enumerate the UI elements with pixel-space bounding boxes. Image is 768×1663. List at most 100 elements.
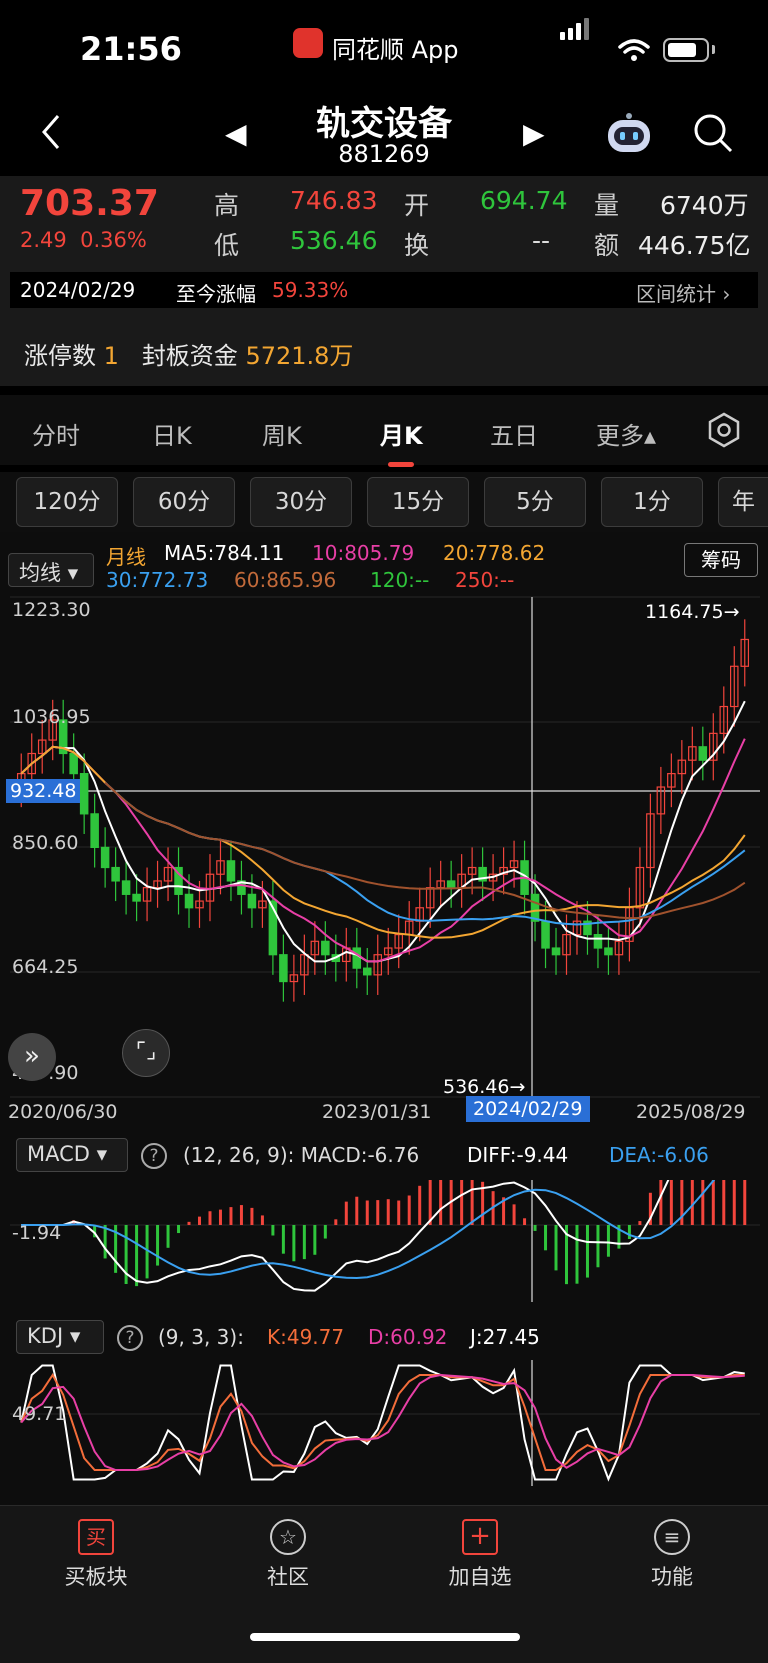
macd-diff: DIFF:-9.44 <box>467 1143 569 1167</box>
functions-button[interactable]: ≡ 功能 <box>612 1515 732 1591</box>
low-value: 536.46 <box>290 226 378 255</box>
candle-body <box>79 773 89 815</box>
macd-dea: DEA:-6.06 <box>609 1143 709 1167</box>
open-value: 694.74 <box>480 186 568 215</box>
ma60-value: 60:865.96 <box>234 568 337 592</box>
app-logo-icon <box>293 28 323 58</box>
macd-tick: -1.94 <box>12 1222 62 1244</box>
x-label-2: 2023/01/31 <box>322 1101 432 1123</box>
tab-more[interactable]: 更多▴ <box>596 416 656 451</box>
candle-body <box>226 860 236 882</box>
community-button[interactable]: ☆ 社区 <box>228 1515 348 1591</box>
fullscreen-icon[interactable]: ⌜⌟ <box>122 1029 170 1077</box>
macd-selector[interactable]: MACD ▾ <box>16 1138 128 1172</box>
macd-help-icon[interactable]: ? <box>141 1143 167 1169</box>
limit-up-info: 涨停数 1 封板资金 5721.8万 <box>24 342 354 370</box>
crosshair-price: 932.48 <box>6 779 81 803</box>
macd-diff-line <box>21 1180 670 1292</box>
battery-icon <box>663 38 709 62</box>
macd-chart[interactable] <box>0 1180 768 1302</box>
plus-icon: + <box>462 1519 498 1555</box>
home-indicator <box>250 1633 520 1641</box>
candle-body <box>541 920 550 949</box>
tab-daily[interactable]: 日K <box>152 416 192 451</box>
candle-body <box>698 746 708 761</box>
candle-body <box>90 813 99 849</box>
candle-body <box>604 947 613 956</box>
y-tick-2: 1036.95 <box>12 706 91 728</box>
candle-body <box>69 752 78 775</box>
period-30m[interactable]: 30分 <box>250 477 352 527</box>
since-label: 至今涨幅 <box>176 282 256 306</box>
ma250-value: 250:-- <box>455 568 515 592</box>
ma20-value: 20:778.62 <box>443 541 546 565</box>
ma-selector[interactable]: 均线 ▾ <box>8 553 94 587</box>
volume-label: 量 <box>594 191 620 220</box>
crosshair-date: 2024/02/29 <box>466 1096 590 1122</box>
y-tick-1: 1223.30 <box>12 599 91 621</box>
kdj-d-line <box>20 1373 745 1471</box>
candle-body <box>111 866 120 882</box>
add-watchlist-button[interactable]: + 加自选 <box>420 1515 540 1591</box>
candle-body <box>121 880 131 895</box>
period-60m[interactable]: 60分 <box>133 477 235 527</box>
turnover-label: 换 <box>404 231 430 260</box>
tab-five-day[interactable]: 五日 <box>490 416 538 451</box>
macd-dea-line <box>21 1180 716 1280</box>
candle-body <box>446 880 456 889</box>
status-app-name: 同花顺 App <box>332 36 459 64</box>
candle-body <box>100 846 110 869</box>
period-120m[interactable]: 120分 <box>16 477 118 527</box>
high-label: 高 <box>214 191 240 220</box>
tab-intraday[interactable]: 分时 <box>32 416 80 451</box>
ma-line <box>20 700 746 963</box>
period-15m[interactable]: 15分 <box>367 477 469 527</box>
kdj-k-line <box>20 1373 745 1471</box>
range-stat-link[interactable]: 区间统计 › <box>636 278 730 307</box>
max-price-label: 1164.75→ <box>645 601 740 623</box>
candle-body <box>593 934 603 949</box>
period-year[interactable]: 年 <box>718 477 768 527</box>
macd-params: (12, 26, 9): MACD:-6.76 <box>183 1143 420 1167</box>
next-stock-button[interactable]: ▶ <box>523 117 545 150</box>
y-tick-3: 850.60 <box>12 832 79 854</box>
period-5m[interactable]: 5分 <box>484 477 586 527</box>
ma10-value: 10:805.79 <box>312 541 415 565</box>
min-price-label: 536.46→ <box>443 1076 526 1098</box>
kdj-help-icon[interactable]: ? <box>117 1325 143 1351</box>
selected-date: 2024/02/29 <box>20 278 136 302</box>
ma-line <box>104 781 746 920</box>
candle-body <box>184 893 194 909</box>
low-label: 低 <box>214 231 240 260</box>
ma30-value: 30:772.73 <box>106 568 209 592</box>
volume-value: 6740万 <box>660 191 749 220</box>
period-1m[interactable]: 1分 <box>601 477 703 527</box>
candle-body <box>352 947 362 969</box>
buy-sector-button[interactable]: 买 买板块 <box>36 1515 156 1591</box>
expand-icon[interactable]: » <box>8 1033 56 1081</box>
tab-monthly[interactable]: 月K <box>380 416 423 451</box>
chip-button[interactable]: 筹码 <box>684 543 758 577</box>
tab-weekly[interactable]: 周K <box>262 416 302 451</box>
kdj-chart[interactable] <box>0 1360 768 1486</box>
candle-body <box>551 947 561 956</box>
kdj-j: J:27.45 <box>470 1325 540 1349</box>
candlestick-chart[interactable] <box>0 593 768 1103</box>
x-label-1: 2020/06/30 <box>8 1101 118 1123</box>
candle-body <box>363 967 372 976</box>
buy-icon: 买 <box>78 1519 114 1555</box>
candle-body <box>321 940 330 956</box>
settings-icon[interactable] <box>706 412 742 448</box>
kdj-selector[interactable]: KDJ ▾ <box>16 1320 104 1354</box>
kdj-j-line <box>20 1364 745 1482</box>
amount-value: 446.75亿 <box>638 231 751 260</box>
ma120-value: 120:-- <box>370 568 430 592</box>
search-icon[interactable] <box>692 112 734 154</box>
candle-body <box>132 893 141 902</box>
star-icon: ☆ <box>270 1519 306 1555</box>
wifi-icon <box>618 39 650 61</box>
active-tab-indicator <box>388 462 414 467</box>
turnover-value: -- <box>532 226 551 255</box>
ai-assistant-icon[interactable] <box>604 112 654 156</box>
since-value: 59.33% <box>272 278 349 302</box>
